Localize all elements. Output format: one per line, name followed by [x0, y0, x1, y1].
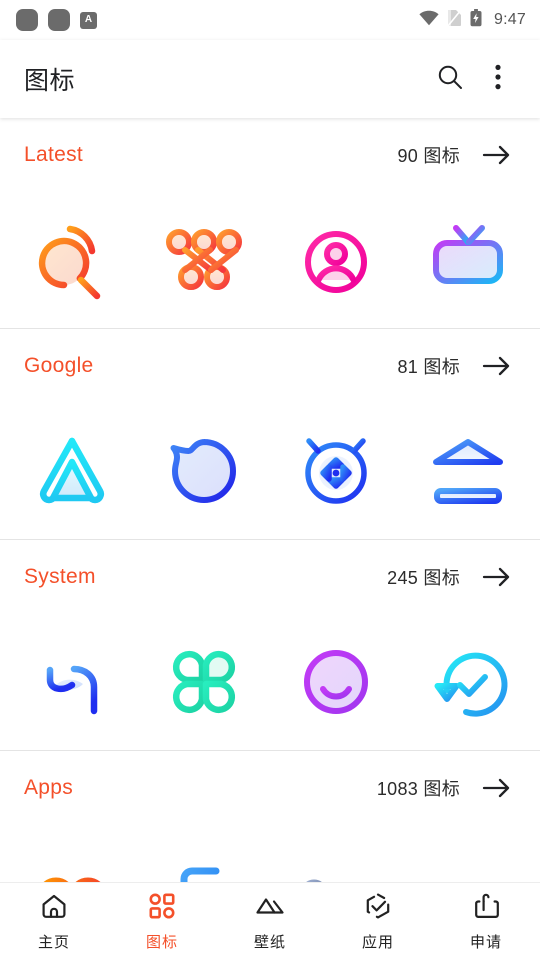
- hexagon-check-icon: [364, 892, 392, 925]
- icon-android-auto-arrow-icon[interactable]: [6, 403, 138, 539]
- status-bar: A 9:47: [0, 0, 540, 40]
- icon-bracket-shape-icon[interactable]: [138, 825, 270, 882]
- status-bar-right: 9:47: [419, 8, 526, 32]
- nav-label: 应用: [361, 933, 394, 951]
- arrow-right-icon[interactable]: [474, 765, 520, 811]
- wifi-icon: [419, 10, 439, 31]
- section-count: 81 图标: [397, 357, 460, 377]
- search-icon: [436, 63, 464, 96]
- mountain-image-icon: [255, 892, 285, 925]
- battery-charging-icon: [470, 8, 482, 32]
- section-google: Google 81 图标: [0, 329, 540, 539]
- icon-row-latest: [0, 192, 540, 328]
- icon-find-my-device-icon[interactable]: [270, 403, 402, 539]
- bottom-navigation-bar: 主页 图标 壁纸 应用 申请: [0, 882, 540, 960]
- nav-label: 图标: [145, 933, 178, 951]
- arrow-right-icon[interactable]: [474, 132, 520, 178]
- home-icon: [40, 892, 68, 925]
- icon-row-apps: [0, 825, 540, 882]
- search-button[interactable]: [426, 55, 474, 103]
- section-latest: Latest 90 图标: [0, 118, 540, 328]
- icon-row-google: [0, 403, 540, 539]
- section-header-system[interactable]: System 245 图标: [0, 540, 540, 614]
- icon-hi-lens-icon[interactable]: [6, 614, 138, 750]
- section-header-google[interactable]: Google 81 图标: [0, 329, 540, 403]
- section-system: System 245 图标: [0, 540, 540, 750]
- notification-dot-2-icon: [48, 9, 70, 31]
- icon-row-system: [0, 614, 540, 750]
- icon-search-magnifier-icon[interactable]: [6, 192, 138, 328]
- more-vertical-icon: [495, 64, 501, 95]
- notification-dot-1-icon: [16, 9, 38, 31]
- arrow-right-icon[interactable]: [474, 554, 520, 600]
- section-title: System: [24, 565, 96, 588]
- icon-pack-scroll-area[interactable]: Latest 90 图标 Google 81 图标 System 245 图标 …: [0, 118, 540, 882]
- section-count: 1083 图标: [376, 779, 460, 799]
- nav-item-icons[interactable]: 图标: [108, 883, 216, 960]
- page-title: 图标: [24, 67, 76, 95]
- section-apps: Apps 1083 图标: [0, 751, 540, 882]
- no-sim-icon: [446, 8, 462, 32]
- icon-bank-building-icon[interactable]: [402, 403, 534, 539]
- icon-robot-avatar-icon[interactable]: [270, 192, 402, 328]
- icon-television-icon[interactable]: [402, 192, 534, 328]
- app-toolbar: 图标: [0, 40, 540, 118]
- arrow-right-icon[interactable]: [474, 343, 520, 389]
- status-bar-clock: 9:47: [494, 11, 526, 28]
- section-count: 90 图标: [397, 146, 460, 166]
- nav-label: 申请: [469, 933, 502, 951]
- icon-knot-loops-icon[interactable]: [138, 192, 270, 328]
- grid-apps-icon: [148, 892, 176, 925]
- nav-label: 主页: [37, 933, 70, 951]
- section-title: Latest: [24, 143, 84, 166]
- upload-box-icon: [472, 892, 500, 925]
- icon-rounded-square-dot-icon[interactable]: [402, 825, 534, 882]
- section-count: 245 图标: [387, 568, 460, 588]
- section-header-apps[interactable]: Apps 1083 图标: [0, 751, 540, 825]
- icon-four-leaf-clover-icon[interactable]: [138, 614, 270, 750]
- overflow-menu-button[interactable]: [474, 55, 522, 103]
- icon-chat-bubble-lines-icon[interactable]: [138, 403, 270, 539]
- section-title: Google: [24, 354, 94, 377]
- nav-item-apps[interactable]: 应用: [324, 883, 432, 960]
- nav-item-request[interactable]: 申请: [432, 883, 540, 960]
- nav-item-home[interactable]: 主页: [0, 883, 108, 960]
- icon-smiley-face-icon[interactable]: [270, 614, 402, 750]
- icon-restore-check-icon[interactable]: [402, 614, 534, 750]
- app-badge-icon: A: [80, 11, 97, 29]
- section-header-latest[interactable]: Latest 90 图标: [0, 118, 540, 192]
- status-bar-left: A: [16, 9, 97, 31]
- section-title: Apps: [24, 776, 74, 799]
- nav-label: 壁纸: [253, 933, 286, 951]
- nav-item-wallpaper[interactable]: 壁纸: [216, 883, 324, 960]
- icon-wave-letters-icon[interactable]: [270, 825, 402, 882]
- icon-cloud-blob-icon[interactable]: [6, 825, 138, 882]
